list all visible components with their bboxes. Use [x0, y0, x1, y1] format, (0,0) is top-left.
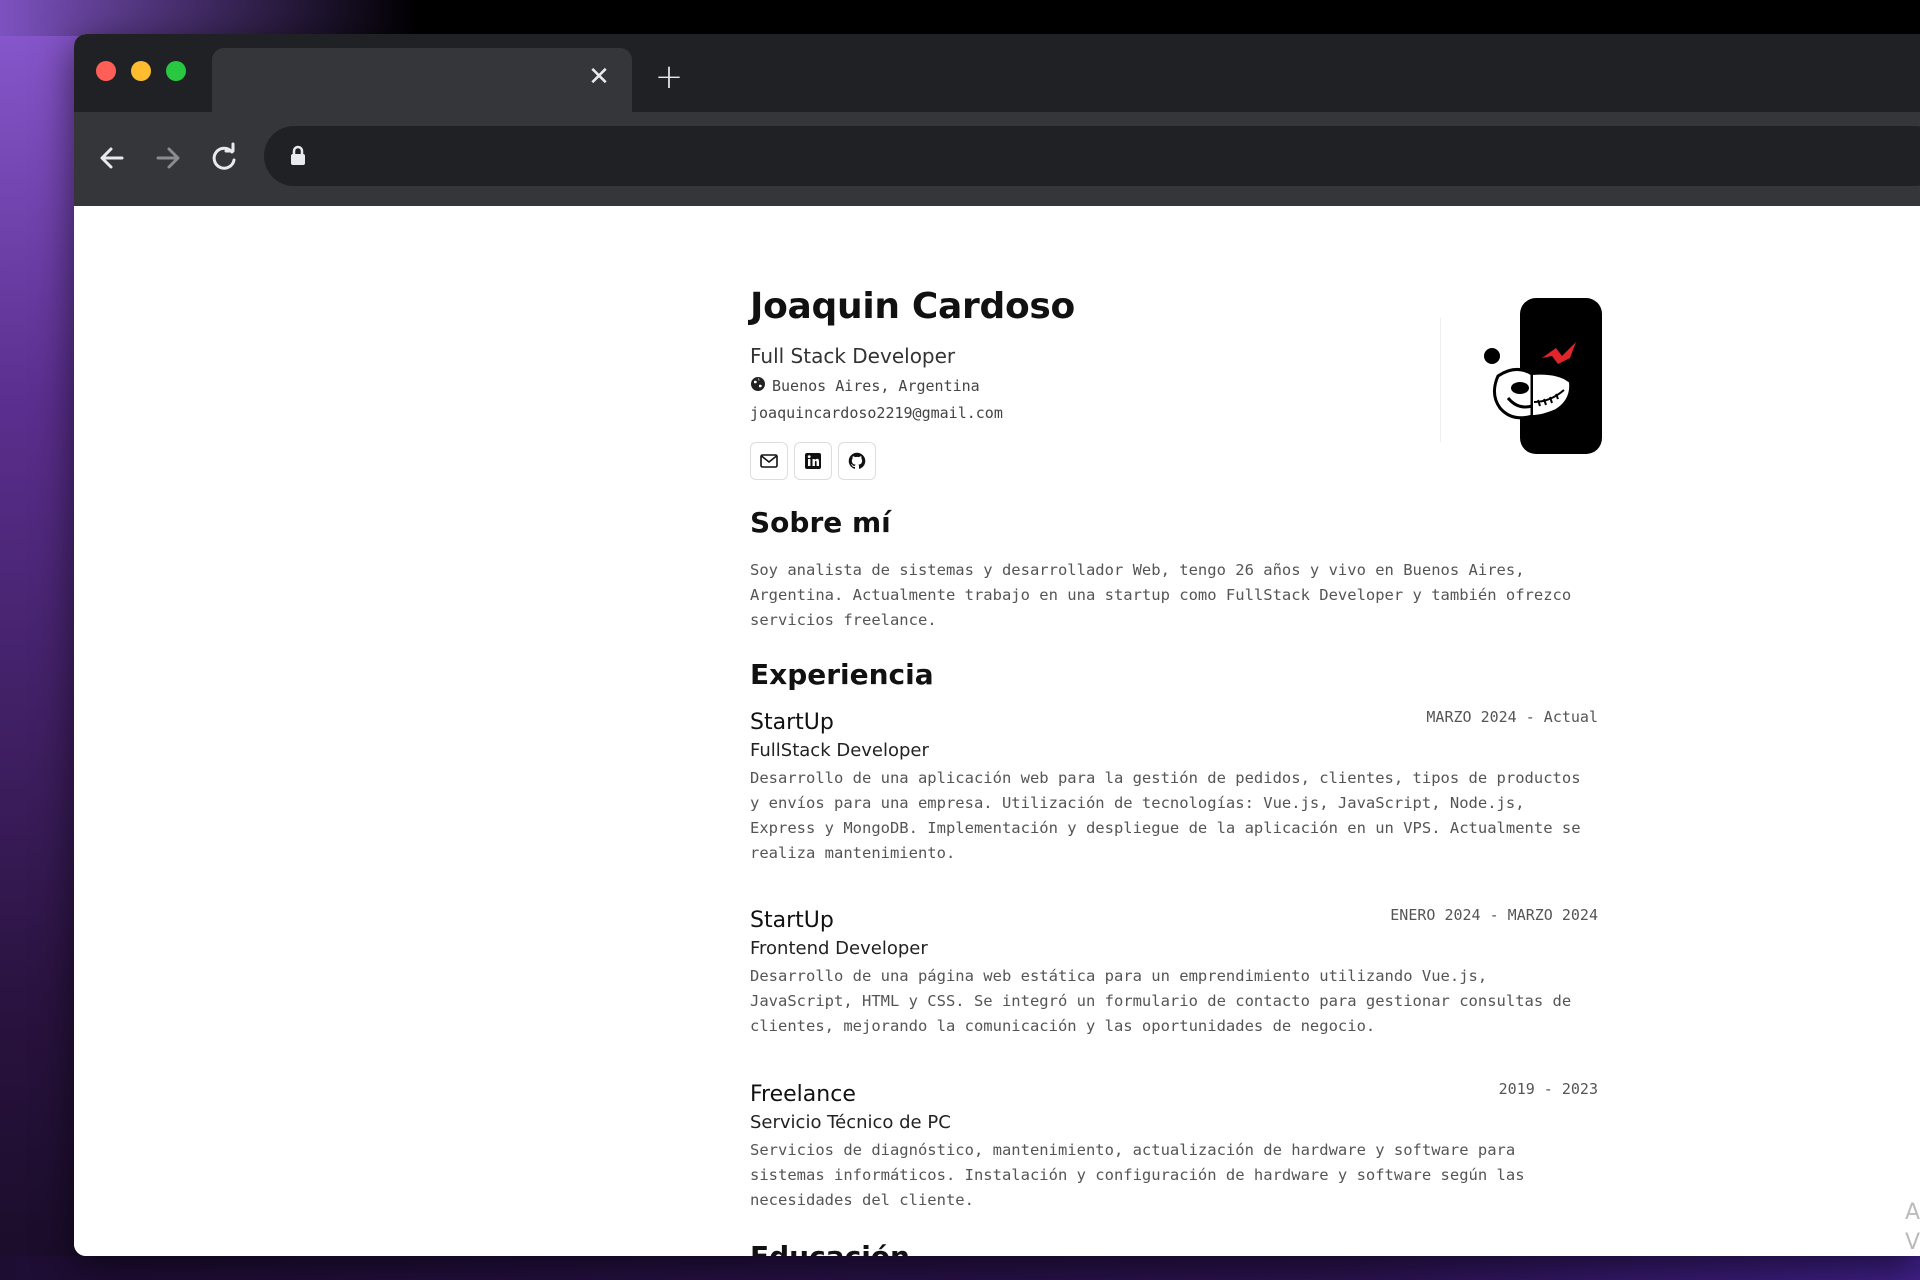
education-heading: Educación — [750, 1240, 910, 1256]
about-text: Soy analista de sistemas y desarrollador… — [750, 561, 1572, 629]
job-title: Servicio Técnico de PC — [750, 1112, 951, 1133]
job-description: Servicios de diagnóstico, mantenimiento,… — [750, 1141, 1525, 1209]
browser-window: ✕ + Joaquin Cardoso Full Stack Developer — [74, 34, 1920, 1256]
tab-close-icon[interactable]: ✕ — [584, 62, 614, 92]
profile-location: Buenos Aires, Argentina — [750, 376, 980, 396]
lock-icon — [284, 142, 312, 170]
github-icon[interactable] — [838, 442, 876, 480]
minimize-window-button[interactable] — [131, 61, 151, 81]
location-text: Buenos Aires, Argentina — [772, 377, 980, 395]
profile-email[interactable]: joaquincardoso2219@gmail.com — [750, 404, 1003, 422]
close-window-button[interactable] — [96, 61, 116, 81]
job-title: Frontend Developer — [750, 938, 928, 959]
job-dates: 2019 - 2023 — [1498, 1080, 1598, 1098]
watermark-line: V — [1904, 1230, 1920, 1255]
avatar — [1446, 298, 1602, 454]
about-heading: Sobre mí — [750, 506, 891, 539]
maximize-window-button[interactable] — [166, 61, 186, 81]
job-title: FullStack Developer — [750, 740, 929, 761]
profile-name: Joaquin Cardoso — [750, 286, 1075, 327]
watermark-line: A — [1904, 1200, 1920, 1225]
job-dates: MARZO 2024 - Actual — [1426, 708, 1598, 726]
desktop-top-bar — [0, 0, 1920, 36]
address-bar[interactable] — [264, 126, 1920, 186]
profile-role: Full Stack Developer — [750, 344, 956, 368]
job-company: StartUp — [750, 710, 834, 735]
job-company: StartUp — [750, 908, 834, 933]
mail-icon[interactable] — [750, 442, 788, 480]
experience-heading: Experiencia — [750, 658, 934, 691]
linkedin-icon[interactable] — [794, 442, 832, 480]
social-links — [750, 442, 876, 480]
new-tab-button[interactable]: + — [652, 60, 686, 94]
browser-toolbar — [74, 112, 1920, 206]
job-description: Desarrollo de una aplicación web para la… — [750, 769, 1581, 862]
job-description: Desarrollo de una página web estática pa… — [750, 967, 1572, 1035]
page-content: Joaquin Cardoso Full Stack Developer Bue… — [74, 206, 1920, 1256]
activation-watermark: A V — [1905, 1198, 1920, 1256]
avatar-divider — [1440, 318, 1441, 442]
browser-titlebar: ✕ + — [74, 34, 1920, 112]
globe-icon — [750, 376, 766, 396]
forward-icon[interactable] — [148, 138, 188, 178]
job-dates: ENERO 2024 - MARZO 2024 — [1390, 906, 1598, 924]
browser-tab[interactable]: ✕ — [212, 48, 632, 112]
desktop-bottom-bar — [0, 1256, 1920, 1280]
back-icon[interactable] — [92, 138, 132, 178]
job-company: Freelance — [750, 1082, 856, 1107]
reload-icon[interactable] — [204, 138, 244, 178]
